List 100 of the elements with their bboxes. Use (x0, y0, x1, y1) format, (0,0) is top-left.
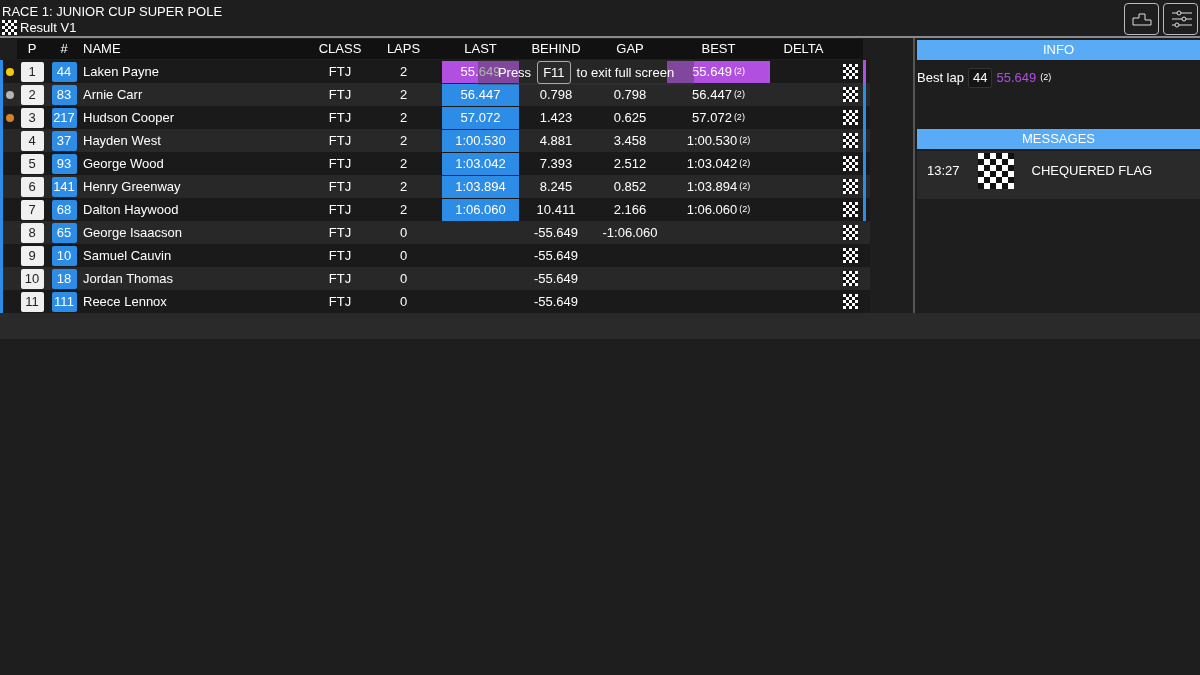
last-lap-cell: 1:00.530 (442, 130, 519, 152)
key-cap: F11 (537, 60, 571, 85)
driver-name: Reece Lennox (82, 292, 168, 311)
driver-name: Hayden West (82, 131, 162, 150)
last-lap-cell: 1:03.042 (442, 153, 519, 175)
class-cell-text: FTJ (327, 131, 353, 150)
race-title: RACE 1: JUNIOR CUP SUPER POLE (2, 4, 223, 20)
gap-cell-text: -1:06.060 (601, 223, 659, 242)
kart-number: 37 (51, 130, 77, 151)
laps-cell-text: 2 (398, 131, 409, 150)
class-cell-text: FTJ (327, 223, 353, 242)
last-lap-cell: 57.072 (442, 107, 519, 129)
position-badge: 5 (20, 153, 44, 174)
settings-button[interactable] (1163, 3, 1198, 35)
gap-cell-text: 2.166 (612, 200, 648, 219)
chequered-flag-icon (842, 294, 858, 309)
position-badge: 2 (20, 84, 44, 105)
last-lap-cell: 1:03.894 (442, 176, 519, 198)
column-header: NAME (81, 39, 315, 59)
class-cell-text: FTJ (327, 246, 353, 265)
position-badge: 4 (20, 130, 44, 151)
laps-cell-text: 2 (398, 62, 409, 81)
class-cell-text: FTJ (327, 177, 353, 196)
best-lap-label: Best lap (917, 68, 964, 87)
driver-name: Dalton Haywood (82, 200, 180, 219)
position-badge: 8 (20, 222, 44, 243)
info-header: INFO (917, 40, 1200, 60)
column-header: BEHIND (519, 39, 593, 59)
behind-cell-text: 0.798 (538, 85, 574, 104)
kart-number: 44 (51, 61, 77, 82)
kart-number: 93 (51, 153, 77, 174)
behind-cell-text: 10.411 (535, 200, 577, 219)
laps-cell-text: 2 (398, 108, 409, 127)
class-cell-text: FTJ (327, 154, 353, 173)
kart-number: 83 (51, 84, 77, 105)
behind-cell-text: 8.245 (538, 177, 574, 196)
column-header: # (47, 39, 81, 59)
gap-cell-text: 3.458 (612, 131, 648, 150)
laps-cell-text: 0 (398, 292, 409, 311)
message-time: 13:27 (927, 162, 960, 181)
laps-cell-text: 2 (398, 85, 409, 104)
chequered-flag-icon (842, 133, 858, 148)
chequered-flag-icon (842, 110, 858, 125)
position-badge: 7 (20, 199, 44, 220)
column-header: DELTA (770, 39, 837, 59)
podium-icon (1131, 12, 1152, 26)
position-badge: 11 (20, 291, 44, 312)
sliders-icon (1169, 9, 1192, 29)
chequered-flag-icon (842, 179, 858, 194)
laps-cell-text: 2 (398, 177, 409, 196)
class-cell-text: FTJ (327, 85, 353, 104)
chequered-flag-icon (842, 202, 858, 217)
chequered-flag-icon (842, 248, 858, 263)
behind-cell-text: 7.393 (538, 154, 574, 173)
class-cell-text: FTJ (327, 269, 353, 288)
gap-cell-text: 0.798 (612, 85, 648, 104)
kart-number: 44 (968, 67, 993, 88)
driver-name: George Wood (82, 154, 165, 173)
chequered-flag-icon (842, 225, 858, 240)
driver-name: Laken Payne (82, 62, 160, 81)
position-badge: 6 (20, 176, 44, 197)
column-header: BEST (667, 39, 770, 59)
laps-cell-text: 0 (398, 246, 409, 265)
behind-cell-text: 1.423 (538, 108, 574, 127)
column-header: LAST (442, 39, 519, 59)
behind-cell-text: -55.649 (532, 246, 580, 265)
gap-cell-text: 0.625 (612, 108, 648, 127)
kart-number: 111 (51, 291, 77, 312)
behind-cell-text: -55.649 (532, 223, 580, 242)
gap-cell-text: 2.512 (612, 154, 648, 173)
class-cell-text: FTJ (327, 200, 353, 219)
driver-name: Hudson Cooper (82, 108, 176, 127)
column-header: GAP (593, 39, 667, 59)
notice-text: to exit full screen (576, 63, 675, 82)
laps-cell-text: 0 (398, 223, 409, 242)
column-header: LAPS (365, 39, 442, 59)
kart-number: 65 (51, 222, 77, 243)
result-version: Result V1 (20, 20, 77, 35)
kart-number: 18 (51, 268, 77, 289)
podium-button[interactable] (1124, 3, 1159, 35)
class-cell-text: FTJ (327, 292, 353, 311)
behind-cell-text: 4.881 (538, 131, 574, 150)
best-lap-number: (2) (1040, 70, 1052, 84)
column-header: P (17, 39, 47, 59)
last-lap-cell: 1:06.060 (442, 199, 519, 221)
driver-name: Jordan Thomas (82, 269, 175, 288)
last-lap-cell: 56.447 (442, 84, 519, 106)
gap-cell-text: 0.852 (612, 177, 648, 196)
driver-name: Samuel Cauvin (82, 246, 173, 265)
messages-header: MESSAGES (917, 129, 1200, 149)
driver-name: Arnie Carr (82, 85, 144, 104)
chequered-flag-icon (842, 156, 858, 171)
position-badge: 3 (20, 107, 44, 128)
chequered-flag-icon (842, 271, 858, 286)
message-text: CHEQUERED FLAG (1031, 162, 1153, 181)
position-badge: 9 (20, 245, 44, 266)
chequered-flag-icon (842, 64, 858, 79)
best-lap-time: 55.649 (996, 68, 1037, 87)
chequered-flag-icon (842, 87, 858, 102)
laps-cell-text: 2 (398, 154, 409, 173)
